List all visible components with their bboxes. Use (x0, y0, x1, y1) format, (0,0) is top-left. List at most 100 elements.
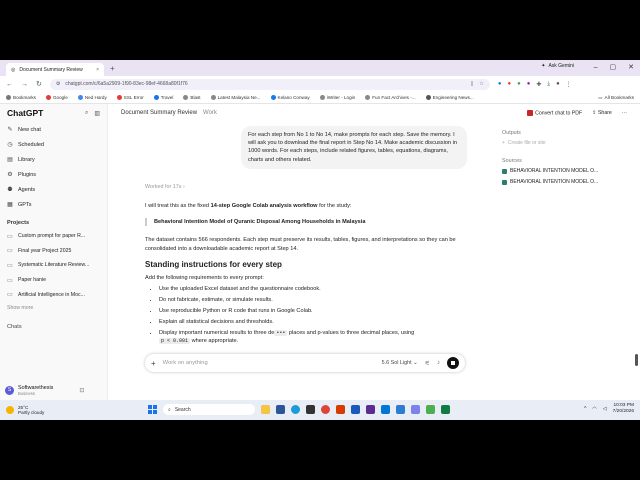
app-icon[interactable] (411, 405, 420, 414)
bookmark-item[interactable]: Fun Fact Archives -... (365, 95, 416, 100)
source-item[interactable]: BEHAVIORAL INTENTION MODEL O... (502, 179, 622, 185)
app-icon[interactable] (366, 405, 375, 414)
all-bookmarks[interactable]: ▭ All Bookmarks (598, 95, 634, 101)
bookmark-item[interactable]: Engineering News... (425, 95, 474, 100)
reasoning-toggle[interactable]: Worked for 17s › (145, 184, 185, 190)
add-attachment-icon[interactable]: + (151, 359, 156, 368)
sidebar-item-agents[interactable]: ⚉ Agents (0, 182, 107, 197)
sidebar-toggle-icon[interactable]: ▥ (94, 110, 100, 117)
start-icon[interactable] (148, 405, 157, 414)
more-options-icon[interactable]: ··· (622, 110, 627, 116)
bookmark-item[interactable]: Bookmarks (6, 95, 36, 100)
microphone-icon[interactable]: ♪ (437, 360, 440, 366)
model-selector[interactable]: 5.6 Sol Light ⌄ (382, 360, 418, 366)
reload-icon[interactable]: ↻ (36, 80, 42, 88)
bookmark-star-icon[interactable]: ☆ (479, 81, 483, 87)
search-icon: ⌕ (168, 406, 171, 413)
show-more-link[interactable]: Show more (0, 302, 107, 314)
extension-icon[interactable]: ● (517, 81, 521, 87)
back-icon[interactable]: ← (6, 81, 13, 88)
tray-chevron-icon[interactable]: ^ (584, 406, 586, 412)
app-icon[interactable] (381, 405, 390, 414)
scrollbar[interactable] (635, 354, 638, 366)
bookmark-item[interactable]: Ned Hardy (77, 95, 107, 100)
project-item[interactable]: ▭ Final year Project 2025 (0, 244, 107, 259)
excel-icon[interactable] (441, 405, 450, 414)
url-field[interactable]: ⚙ chatgpt.com/c/6a5a2909-1f90-83ec-98ef-… (49, 78, 490, 90)
folder-icon: ▭ (7, 277, 13, 284)
maximize-icon[interactable]: ▢ (610, 63, 617, 71)
bookmark-item[interactable]: Kelano Conway (270, 95, 310, 100)
workspace-switcher[interactable]: S Softwarethesis Business ⊡ (5, 385, 84, 396)
bookmark-favicon-icon (270, 95, 276, 100)
close-window-icon[interactable]: ✕ (628, 63, 634, 71)
project-item[interactable]: ▭ Systematic Literature Review... (0, 258, 107, 273)
citation-pill[interactable]: ••• (274, 330, 288, 337)
list-item: Use the uploaded Excel dataset and the q… (159, 285, 465, 293)
download-icon[interactable]: ⤓ (547, 81, 550, 88)
app-icon[interactable] (306, 405, 315, 414)
volume-icon[interactable]: ◁ (603, 406, 607, 412)
extension-icon[interactable]: ● (527, 81, 531, 87)
bookmark-item[interactable]: iWriter - Login (319, 95, 355, 100)
puzzle-icon[interactable]: ✚ (536, 81, 541, 88)
bookmark-item[interactable]: Blast (183, 95, 201, 100)
new-chat-icon[interactable]: ⊡ (79, 387, 84, 394)
mode-label[interactable]: Work (203, 110, 217, 116)
bookmark-favicon-icon (6, 95, 11, 100)
project-item[interactable]: ▭ Paper hanie (0, 273, 107, 288)
bookmark-item[interactable]: Latest Malaysia Ne... (210, 95, 261, 100)
sidebar-item-gpts[interactable]: ▦ GPTs (0, 197, 107, 212)
ask-gemini-button[interactable]: ✦ Ask Gemini (541, 63, 574, 69)
wifi-icon[interactable]: ◠ (592, 406, 596, 412)
browser-tab[interactable]: ◎ Document Summary Review × (6, 63, 104, 76)
tools-icon[interactable]: ⚟ (425, 360, 430, 367)
source-item[interactable]: BEHAVIORAL INTENTION MODEL O... (502, 168, 622, 174)
menu-icon[interactable]: ⋮ (566, 81, 572, 88)
page-icon[interactable]: ▯ (471, 81, 474, 87)
convert-pdf-button[interactable]: Convert chat to PDF (527, 109, 582, 116)
stop-button[interactable] (447, 357, 459, 369)
taskbar-search[interactable]: ⌕ Search (163, 404, 255, 415)
app-icon[interactable] (276, 405, 285, 414)
chrome-icon[interactable] (321, 405, 330, 414)
sidebar-item-library[interactable]: ▤ Library (0, 152, 107, 167)
bookmark-item[interactable]: Google (45, 95, 68, 100)
site-info-icon[interactable]: ⚙ (56, 81, 60, 87)
word-icon[interactable] (351, 405, 360, 414)
tab-close-icon[interactable]: × (96, 67, 99, 73)
app-icon[interactable] (426, 405, 435, 414)
profile-avatar[interactable]: ● (556, 81, 560, 87)
sidebar-item-scheduled[interactable]: ◷ Scheduled (0, 137, 107, 152)
bookmark-item[interactable]: Travel (153, 95, 173, 100)
inline-code: p < 0.001 (159, 338, 191, 345)
clock[interactable]: 10:03 PM 7/20/2026 (613, 403, 634, 415)
bookmark-item[interactable]: SSL Error (116, 95, 144, 100)
list-item: Explain all statistical decisions and th… (159, 318, 465, 326)
share-button[interactable]: ⇪ Share (592, 110, 612, 116)
search-icon[interactable]: ⌕ (85, 110, 88, 117)
message-input[interactable]: Work on anything (163, 360, 375, 366)
sidebar-item-plugins[interactable]: ⚙ Plugins (0, 167, 107, 182)
bookmarks-bar: Bookmarks Google Ned Hardy SSL Error Travel B… (0, 92, 640, 104)
create-file-button[interactable]: + Create file or site (502, 140, 622, 146)
project-item[interactable]: ▭ Custom prompt for paper R... (0, 229, 107, 244)
minimize-icon[interactable]: – (594, 64, 598, 71)
sidebar-item-label: GPTs (18, 201, 32, 208)
agent-icon: ⚉ (7, 187, 13, 193)
app-icon[interactable] (336, 405, 345, 414)
intro-paragraph: I will treat this as the fixed 14-step G… (145, 202, 465, 210)
project-item[interactable]: ▭ Artificial Intelligence in Moc... (0, 287, 107, 302)
new-tab-button[interactable]: + (110, 64, 115, 73)
chat-title[interactable]: Document Summary Review (121, 110, 197, 116)
edge-icon[interactable] (291, 405, 300, 414)
extension-icon[interactable]: ● (508, 81, 512, 87)
app-icon[interactable] (396, 405, 405, 414)
sidebar-item-new-chat[interactable]: ✎ New chat (0, 122, 107, 137)
forward-icon[interactable]: → (21, 81, 28, 88)
bookmark-label: Fun Fact Archives -... (372, 95, 416, 100)
intro-text: I will treat this as the fixed (145, 203, 211, 209)
weather-widget[interactable]: 25°C Partly cloudy (6, 405, 44, 416)
extension-icon[interactable]: ● (498, 81, 502, 87)
file-explorer-icon[interactable] (261, 405, 270, 414)
